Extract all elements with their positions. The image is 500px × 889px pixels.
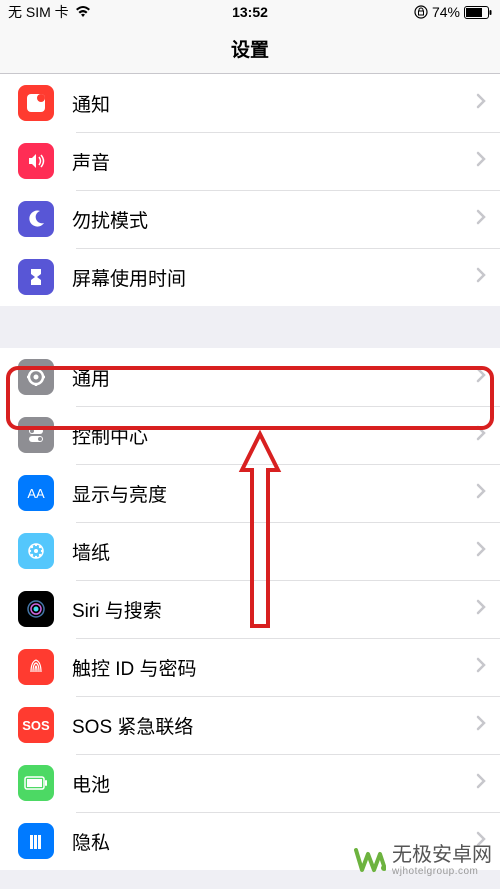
carrier-text: 无 SIM 卡: [8, 2, 69, 22]
chevron-right-icon: [476, 267, 500, 288]
row-wallpaper[interactable]: 墙纸: [0, 522, 500, 580]
battery-icon: [464, 6, 492, 19]
chevron-right-icon: [476, 773, 500, 794]
watermark-sub: wjhotelgroup.com: [392, 866, 492, 877]
chevron-right-icon: [476, 151, 500, 172]
row-label: 通知: [72, 90, 476, 117]
dnd-icon: [18, 201, 54, 237]
nav-title: 设置: [0, 24, 500, 74]
row-display[interactable]: AA 显示与亮度: [0, 464, 500, 522]
chevron-right-icon: [476, 93, 500, 114]
row-siri[interactable]: Siri 与搜索: [0, 580, 500, 638]
notifications-icon: [18, 85, 54, 121]
sos-icon: SOS: [18, 707, 54, 743]
battery-percent: 74%: [432, 4, 460, 20]
siri-icon: [18, 591, 54, 627]
screentime-icon: [18, 259, 54, 295]
row-label: SOS 紧急联络: [72, 712, 476, 739]
chevron-right-icon: [476, 209, 500, 230]
row-sounds[interactable]: 声音: [0, 132, 500, 190]
row-general[interactable]: 通用: [0, 348, 500, 406]
chevron-right-icon: [476, 367, 500, 388]
row-touchid[interactable]: 触控 ID 与密码: [0, 638, 500, 696]
touchid-icon: [18, 649, 54, 685]
battery-settings-icon: [18, 765, 54, 801]
row-label: 电池: [72, 770, 476, 797]
wifi-icon: [75, 6, 91, 18]
privacy-icon: [18, 823, 54, 859]
status-bar: 无 SIM 卡 13:52 74%: [0, 0, 500, 24]
wallpaper-icon: [18, 533, 54, 569]
row-label: 勿扰模式: [72, 206, 476, 233]
general-icon: [18, 359, 54, 395]
row-label: 声音: [72, 148, 476, 175]
row-screentime[interactable]: 屏幕使用时间: [0, 248, 500, 306]
chevron-right-icon: [476, 425, 500, 446]
chevron-right-icon: [476, 657, 500, 678]
watermark-main: 无极安卓网: [392, 844, 492, 866]
row-label: Siri 与搜索: [72, 596, 476, 623]
orientation-lock-icon: [414, 5, 428, 19]
row-label: 触控 ID 与密码: [72, 654, 476, 681]
status-time: 13:52: [169, 4, 330, 20]
chevron-right-icon: [476, 715, 500, 736]
chevron-right-icon: [476, 599, 500, 620]
row-control-center[interactable]: 控制中心: [0, 406, 500, 464]
row-label: 显示与亮度: [72, 480, 476, 507]
watermark: 无极安卓网 wjhotelgroup.com: [354, 844, 492, 877]
row-label: 屏幕使用时间: [72, 264, 476, 291]
watermark-logo-icon: [354, 848, 386, 874]
row-label: 墙纸: [72, 538, 476, 565]
settings-group-2: 通用 控制中心 AA 显示与亮度 墙纸 Siri 与搜索 触控 ID 与密码: [0, 348, 500, 870]
sounds-icon: [18, 143, 54, 179]
display-icon: AA: [18, 475, 54, 511]
row-sos[interactable]: SOS SOS 紧急联络: [0, 696, 500, 754]
chevron-right-icon: [476, 483, 500, 504]
row-label: 控制中心: [72, 422, 476, 449]
control-center-icon: [18, 417, 54, 453]
row-notifications[interactable]: 通知: [0, 74, 500, 132]
row-battery[interactable]: 电池: [0, 754, 500, 812]
row-label: 通用: [72, 364, 476, 391]
row-dnd[interactable]: 勿扰模式: [0, 190, 500, 248]
svg-text:AA: AA: [27, 486, 45, 501]
chevron-right-icon: [476, 541, 500, 562]
settings-group-1: 通知 声音 勿扰模式 屏幕使用时间: [0, 74, 500, 306]
